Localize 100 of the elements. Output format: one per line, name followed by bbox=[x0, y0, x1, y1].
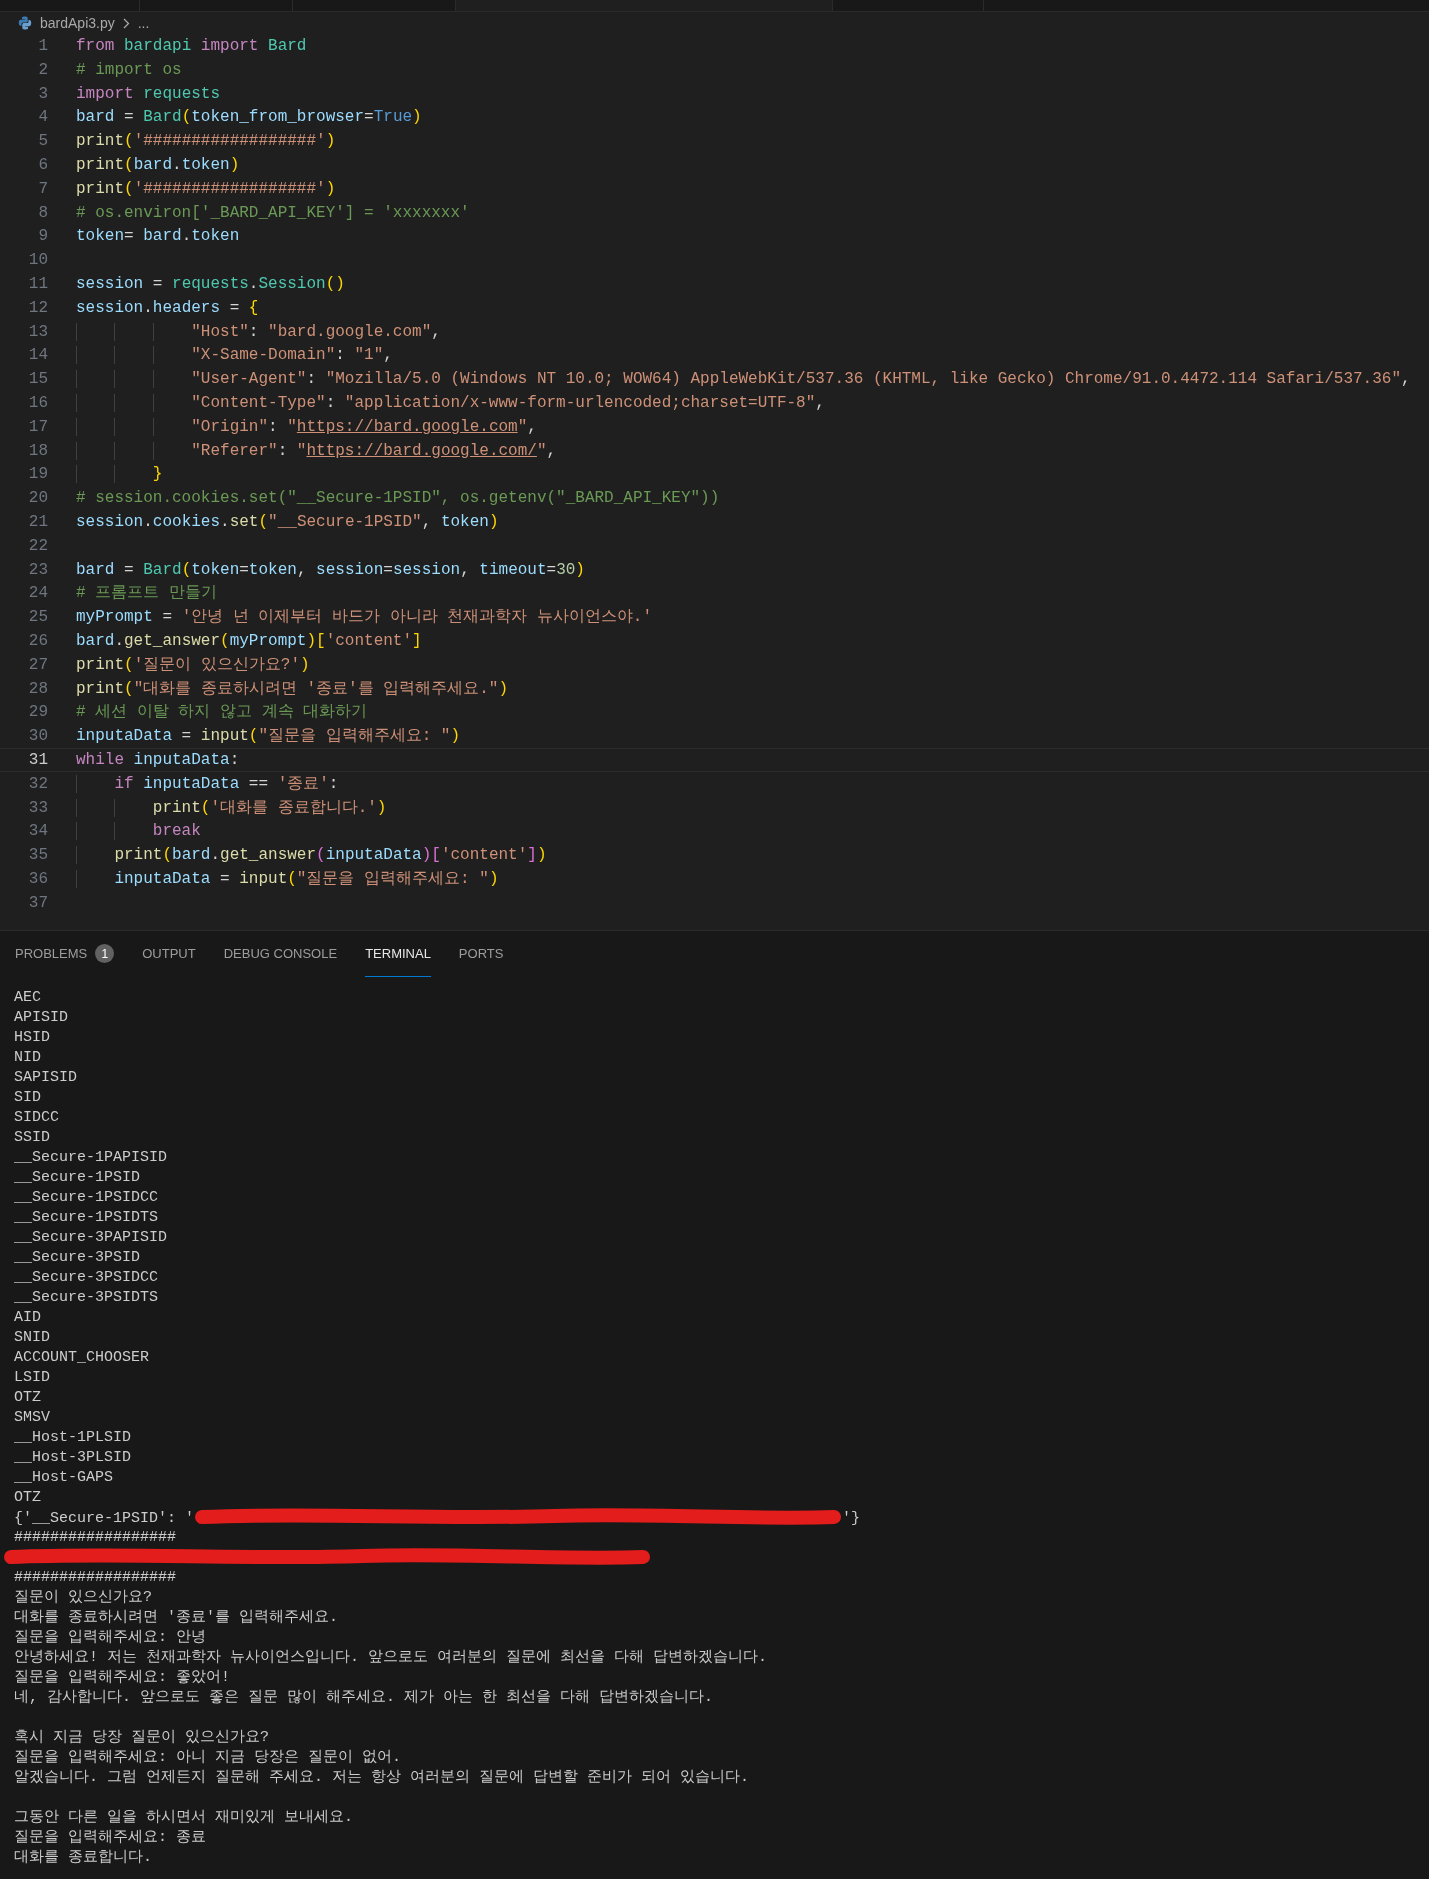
line-number: 18 bbox=[27, 440, 48, 462]
line-number: 8 bbox=[37, 202, 48, 224]
terminal-line: __Secure-1PSIDTS bbox=[14, 1209, 159, 1227]
terminal-line: __Secure-1PSIDCC bbox=[14, 1189, 159, 1207]
code-line: print(bard.get_answer(inputaData)['content']) bbox=[76, 844, 547, 866]
code-line: while inputaData: bbox=[76, 749, 240, 771]
code-line: if inputaData == '종료': bbox=[76, 772, 339, 795]
terminal-line: OTZ bbox=[14, 1389, 41, 1407]
line-number: 14 bbox=[27, 345, 48, 367]
terminal-line: 대화를 종료합니다. bbox=[14, 1849, 152, 1867]
terminal-line: 네, 감사합니다. 앞으로도 좋은 질문 많이 해주세요. 제가 아는 한 최선을 다해 답변하겠습니다. bbox=[14, 1689, 714, 1707]
code-line: "Content-Type": "application/x-www-form-urlencoded;charset=UTF-8", bbox=[76, 391, 825, 414]
terminal-line: SNID bbox=[14, 1329, 50, 1347]
line-number: 16 bbox=[27, 392, 48, 414]
code-line: "Referer": "https://bard.google.com/", bbox=[76, 439, 557, 462]
code-line: import requests bbox=[76, 83, 221, 105]
line-number: 11 bbox=[27, 273, 48, 295]
terminal-line: 대화를 종료하시려면 '종료'를 입력해주세요. bbox=[14, 1609, 338, 1627]
terminal-line: ################## bbox=[14, 1569, 177, 1587]
line-number: 20 bbox=[27, 488, 48, 509]
terminal-line: __Host-3PLSID bbox=[14, 1449, 132, 1467]
terminal-line: 질문이 있으신가요? bbox=[14, 1589, 152, 1607]
file-type-icon bbox=[18, 16, 32, 30]
terminal-text: '} bbox=[842, 1510, 861, 1528]
panel-tab[interactable]: PORTS bbox=[458, 931, 504, 978]
line-number: 29 bbox=[27, 702, 48, 724]
terminal-line: __Secure-1PSID bbox=[14, 1169, 141, 1187]
terminal-line: 질문을 입력해주세요: 종료 bbox=[14, 1829, 206, 1847]
code-line: from bardapi import Bard bbox=[76, 36, 307, 57]
line-number: 17 bbox=[27, 416, 48, 438]
terminal-line: __Secure-3PSID bbox=[14, 1249, 141, 1267]
code-line: session.cookies.set("__Secure-1PSID", token) bbox=[76, 511, 499, 533]
terminal-line: SSID bbox=[14, 1129, 50, 1147]
panel-tab[interactable]: DEBUG CONSOLE bbox=[223, 931, 338, 978]
code-line: # 프롬프트 만들기 bbox=[76, 583, 217, 605]
terminal-line: 알겠습니다. 그럼 언제든지 질문해 주세요. 저는 항상 여러분의 질문에 답변할 준비가 되어 있습니다. bbox=[14, 1769, 750, 1787]
terminal-line: AID bbox=[14, 1309, 41, 1327]
panel-tab[interactable]: PROBLEMS 1 bbox=[15, 931, 115, 978]
code-line: # 세션 이탈 하지 않고 계속 대화하기 bbox=[76, 702, 368, 724]
breadcrumb-more[interactable]: ... bbox=[137, 12, 150, 34]
line-number: 6 bbox=[37, 155, 48, 176]
code-line: } bbox=[76, 463, 163, 486]
line-number: 27 bbox=[27, 654, 48, 676]
code-line: break bbox=[76, 820, 201, 843]
panel-tab[interactable]: TERMINAL bbox=[365, 931, 431, 978]
terminal-line: 질문을 입력해주세요: 좋았어! bbox=[14, 1669, 230, 1687]
line-number: 7 bbox=[37, 178, 48, 200]
line-number: 3 bbox=[37, 83, 48, 105]
line-number: 23 bbox=[27, 559, 48, 581]
terminal-line: 그동안 다른 일을 하시면서 재미있게 보내세요. bbox=[14, 1809, 353, 1827]
terminal-line: SIDCC bbox=[14, 1109, 59, 1127]
code-line: # os.environ['_BARD_API_KEY'] = 'xxxxxxx' bbox=[76, 202, 470, 224]
line-number: 24 bbox=[27, 583, 48, 605]
line-number: 30 bbox=[27, 726, 48, 747]
terminal-line: __Host-1PLSID bbox=[14, 1429, 132, 1447]
terminal-line: LSID bbox=[14, 1369, 50, 1387]
terminal-line: __Host-GAPS bbox=[14, 1469, 114, 1487]
line-number: 4 bbox=[37, 107, 48, 129]
code-line: print(bard.token) bbox=[76, 155, 240, 176]
line-number: 10 bbox=[27, 250, 48, 271]
terminal-line: __Secure-3PSIDCC bbox=[14, 1269, 159, 1287]
code-line: "User-Agent": "Mozilla/5.0 (Windows NT 10.0; WOW64) AppleWebKit/537.36 (KHTML, like Gecko) Chrome/91.0.4472.114 Safari/537.36", bbox=[76, 368, 1411, 390]
terminal-line: SID bbox=[14, 1089, 41, 1107]
code-line: session = requests.Session() bbox=[76, 273, 345, 295]
file-name[interactable]: bardApi3.py bbox=[40, 12, 115, 34]
terminal-line: __Secure-3PAPISID bbox=[14, 1229, 168, 1247]
line-number: 37 bbox=[27, 892, 48, 914]
line-number: 22 bbox=[27, 535, 48, 557]
code-line: bard.get_answer(myPrompt)['content'] bbox=[76, 630, 422, 652]
code-line: print('대화를 종료합니다.') bbox=[76, 796, 387, 819]
line-number: 36 bbox=[27, 868, 48, 890]
code-line: # session.cookies.set("__Secure-1PSID", os.getenv("_BARD_API_KEY")) bbox=[76, 488, 720, 509]
line-number: 9 bbox=[37, 226, 48, 248]
line-number: 31 bbox=[27, 749, 48, 771]
terminal-line: __Secure-1PAPISID bbox=[14, 1149, 168, 1167]
line-number: 5 bbox=[37, 131, 48, 152]
code-line: print('##################') bbox=[76, 178, 336, 200]
code-line: bard = Bard(token=token, session=session, timeout=30) bbox=[76, 559, 585, 581]
terminal-line: NID bbox=[14, 1049, 41, 1067]
line-number: 2 bbox=[37, 59, 48, 81]
line-number: 33 bbox=[27, 797, 48, 819]
terminal-line: 질문을 입력해주세요: 안녕 bbox=[14, 1629, 206, 1647]
terminal-line: APISID bbox=[14, 1009, 68, 1027]
line-number: 35 bbox=[27, 845, 48, 866]
terminal-line: 질문을 입력해주세요: 아니 지금 당장은 질문이 없어. bbox=[14, 1749, 401, 1767]
line-number: 15 bbox=[27, 369, 48, 390]
code-line: inputaData = input("질문을 입력해주세요: ") bbox=[76, 726, 461, 747]
count-badge: 1 bbox=[95, 944, 115, 964]
terminal-line: SAPISID bbox=[14, 1069, 77, 1087]
code-line: inputaData = input("질문을 입력해주세요: ") bbox=[76, 867, 499, 890]
line-number: 34 bbox=[27, 821, 48, 843]
code-line: "X-Same-Domain": "1", bbox=[76, 344, 393, 367]
terminal-line: __Secure-3PSIDTS bbox=[14, 1289, 159, 1307]
line-number: 21 bbox=[27, 511, 48, 533]
panel-tab[interactable]: OUTPUT bbox=[142, 931, 196, 978]
terminal-line: 안녕하세요! 저는 천재과학자 뉴사이언스입니다. 앞으로도 여러분의 질문에 최선을 다해 답변하겠습니다. bbox=[14, 1649, 768, 1667]
code-line: "Host": "bard.google.com", bbox=[76, 320, 441, 343]
terminal-line: 혹시 지금 당장 질문이 있으신가요? bbox=[14, 1729, 269, 1747]
code-line: token= bard.token bbox=[76, 226, 240, 248]
code-line: myPrompt = '안녕 넌 이제부터 바드가 아니라 천재과학자 뉴사이언스야.' bbox=[76, 607, 653, 628]
